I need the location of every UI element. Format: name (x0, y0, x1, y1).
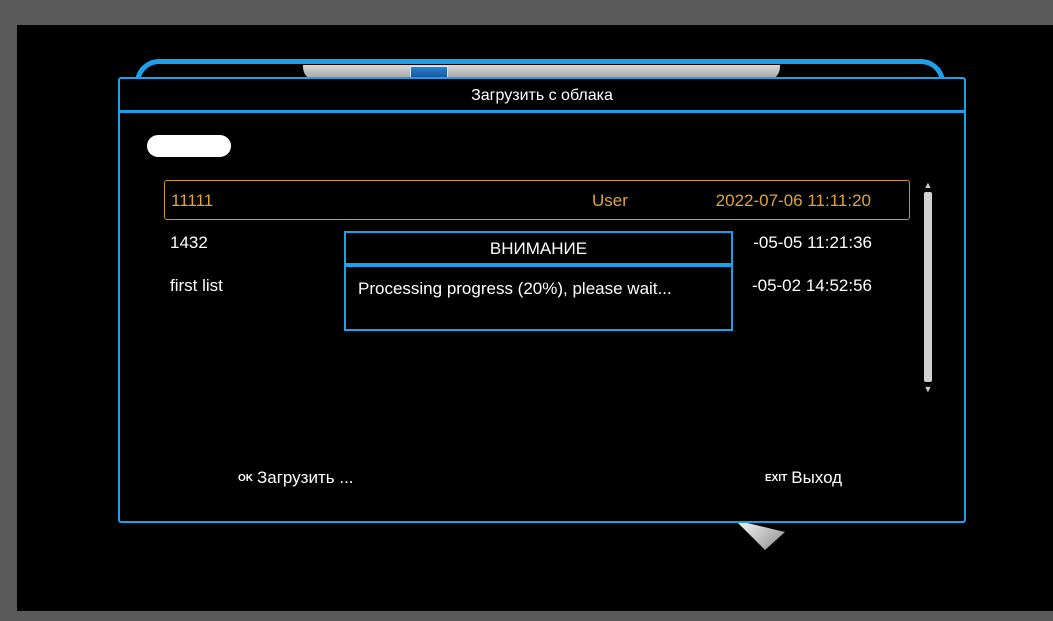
dialog-title: ВНИМАНИЕ (344, 231, 733, 265)
scrollbar-thumb[interactable] (924, 192, 932, 382)
ok-download-button[interactable]: OK Загрузить ... (238, 468, 354, 488)
scrollbar[interactable]: ▲ ▼ (921, 180, 935, 394)
list-item-name: 1432 (170, 233, 208, 252)
exit-button[interactable]: EXIT Выход (765, 468, 842, 488)
list-item-date: 2022-07-06 11:11:20 (715, 191, 871, 210)
list-item-name: 11111 (171, 191, 214, 210)
dialog-message: Processing progress (20%), please wait..… (344, 265, 733, 331)
list-item-date: -05-02 14:52:56 (751, 276, 872, 295)
ok-label: Загрузить ... (257, 468, 354, 487)
list-item-type: User (592, 191, 628, 210)
exit-key-icon: EXIT (765, 473, 788, 484)
panel-title: Загрузить с облака (120, 79, 964, 113)
exit-label: Выход (791, 468, 843, 487)
ok-key-icon: OK (238, 473, 253, 484)
list-item-name: first list (170, 276, 223, 295)
scroll-up-icon[interactable]: ▲ (921, 180, 935, 190)
redacted-label (147, 135, 231, 157)
list-item-date: -05-05 11:21:36 (753, 233, 872, 252)
scroll-down-icon[interactable]: ▼ (921, 384, 935, 394)
list-item[interactable]: 11111 User 2022-07-06 11:11:20 (164, 180, 910, 220)
